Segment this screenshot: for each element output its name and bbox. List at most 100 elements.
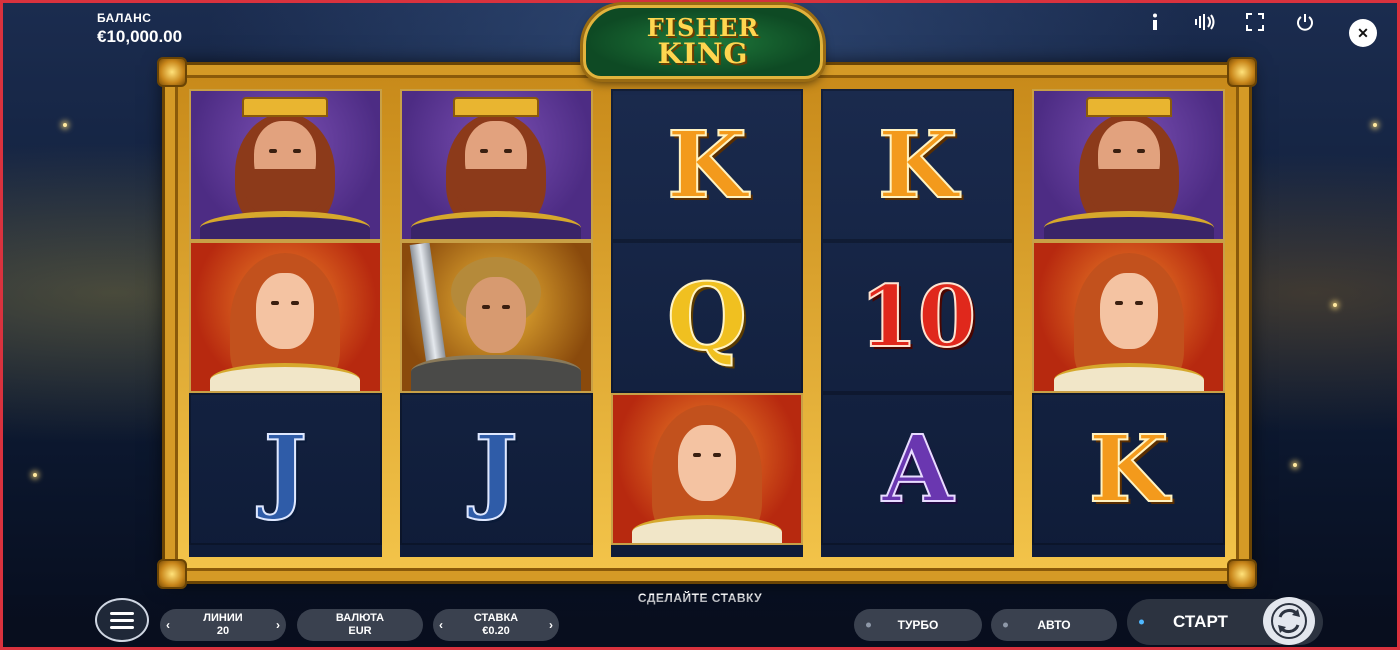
portrait-part [269,149,278,153]
reel-3: KQ [610,89,804,557]
symbol-card: 10 [821,241,1015,393]
sparkle [33,473,37,477]
turbo-indicator [866,622,871,628]
symbol-card: K [1032,393,1225,545]
portrait-part [411,355,582,391]
portrait-part [242,97,329,117]
reel-frame: J J K Q K 10 A K [157,57,1257,589]
portrait-part [271,301,280,305]
portrait-part [631,515,782,543]
symbol-card: Q [610,241,804,393]
symbol-king [189,89,382,241]
menu-button[interactable] [95,598,149,642]
symbol-king [399,89,593,241]
symbol-letter: K [666,111,748,219]
auto-label: АВТО [1037,618,1071,632]
symbol-lady [189,241,382,393]
turbo-label: ТУРБО [897,618,939,632]
portrait-part [712,453,721,457]
currency-value: EUR [348,625,372,637]
balance-display: БАЛАНС €10,000.00 [97,11,182,47]
lines-label: ЛИНИИ [203,611,243,624]
lines-control: ‹ ЛИНИИ 20 › [160,609,286,641]
lines-increase-button[interactable]: › [276,618,280,632]
reel-5: K [1032,89,1225,557]
portrait-part [200,211,371,239]
spin-icon [1271,603,1307,639]
sound-icon[interactable] [1193,11,1217,33]
power-icon[interactable] [1293,11,1317,33]
game-logo: FISHER KING [583,5,823,79]
bet-label: СТАВКА [473,611,519,624]
balance-value: €10,000.00 [97,27,183,46]
symbol-letter: K [1088,415,1170,523]
symbol-card: K [610,89,804,241]
turbo-button[interactable]: ТУРБО [854,609,982,641]
sparkle [63,123,67,127]
portrait-part [293,149,302,153]
start-indicator [1139,619,1144,625]
symbol-knight [399,241,593,393]
balance-label: БАЛАНС [97,11,152,25]
reels-grid: J J K Q K 10 A K [189,89,1225,557]
symbol-king [1032,89,1225,241]
menu-icon-bar [110,611,134,615]
fullscreen-icon[interactable] [1243,11,1267,33]
top-toolbar [1143,11,1317,33]
close-button[interactable]: ✕ [1349,19,1377,47]
portrait-part [480,149,489,153]
portrait-part [504,149,513,153]
portrait-part [692,453,701,457]
portrait-part [502,305,511,309]
info-icon[interactable] [1143,11,1167,33]
portrait-part [1053,363,1204,391]
lines-decrease-button[interactable]: ‹ [166,618,170,632]
portrait-part [210,363,361,391]
lines-value: 20 [216,625,230,637]
frame-corner [1227,559,1257,589]
reel-1: J [189,89,382,557]
symbol-lady [1032,241,1225,393]
menu-icon-bar [110,625,134,629]
portrait-part [291,301,300,305]
portrait-part [411,211,582,239]
spin-button[interactable] [1263,597,1315,645]
sparkle [1373,123,1377,127]
portrait-part [1085,97,1172,117]
symbol-letter: K [877,111,959,219]
sparkle [1333,303,1337,307]
symbol-letter: Q [666,263,748,371]
logo-line2: KING [657,37,749,70]
frame-corner [1227,57,1257,87]
symbol-card: A [821,393,1015,545]
portrait-part [1112,149,1121,153]
symbol-letter: A [881,415,954,523]
bet-decrease-button[interactable]: ‹ [439,618,443,632]
symbol-card: K [821,89,1015,241]
currency-control[interactable]: ВАЛЮТА EUR [297,609,423,641]
frame-corner [157,559,187,589]
sparkle [1293,463,1297,467]
bet-increase-button[interactable]: › [549,618,553,632]
symbol-card: J [399,393,593,545]
auto-button[interactable]: АВТО [991,609,1117,641]
frame-corner [157,57,187,87]
reel-4: K 10 A [821,89,1015,557]
portrait-part [1114,301,1123,305]
portrait-part [1134,301,1143,305]
reel-2: J [399,89,593,557]
symbol-card: J [189,393,382,545]
symbol-letter: J [473,415,519,523]
portrait-part [1099,273,1158,349]
symbol-letter: J [263,415,309,523]
menu-icon-bar [110,618,134,622]
currency-label: ВАЛЮТА [335,611,385,624]
symbol-letter: 10 [858,267,977,366]
auto-indicator [1003,622,1008,628]
portrait-part [1136,149,1145,153]
portrait-part [677,425,736,501]
portrait-part [453,97,540,117]
portrait-part [466,277,527,353]
bet-control: ‹ СТАВКА €0.20 › [433,609,559,641]
symbol-lady [610,393,804,545]
